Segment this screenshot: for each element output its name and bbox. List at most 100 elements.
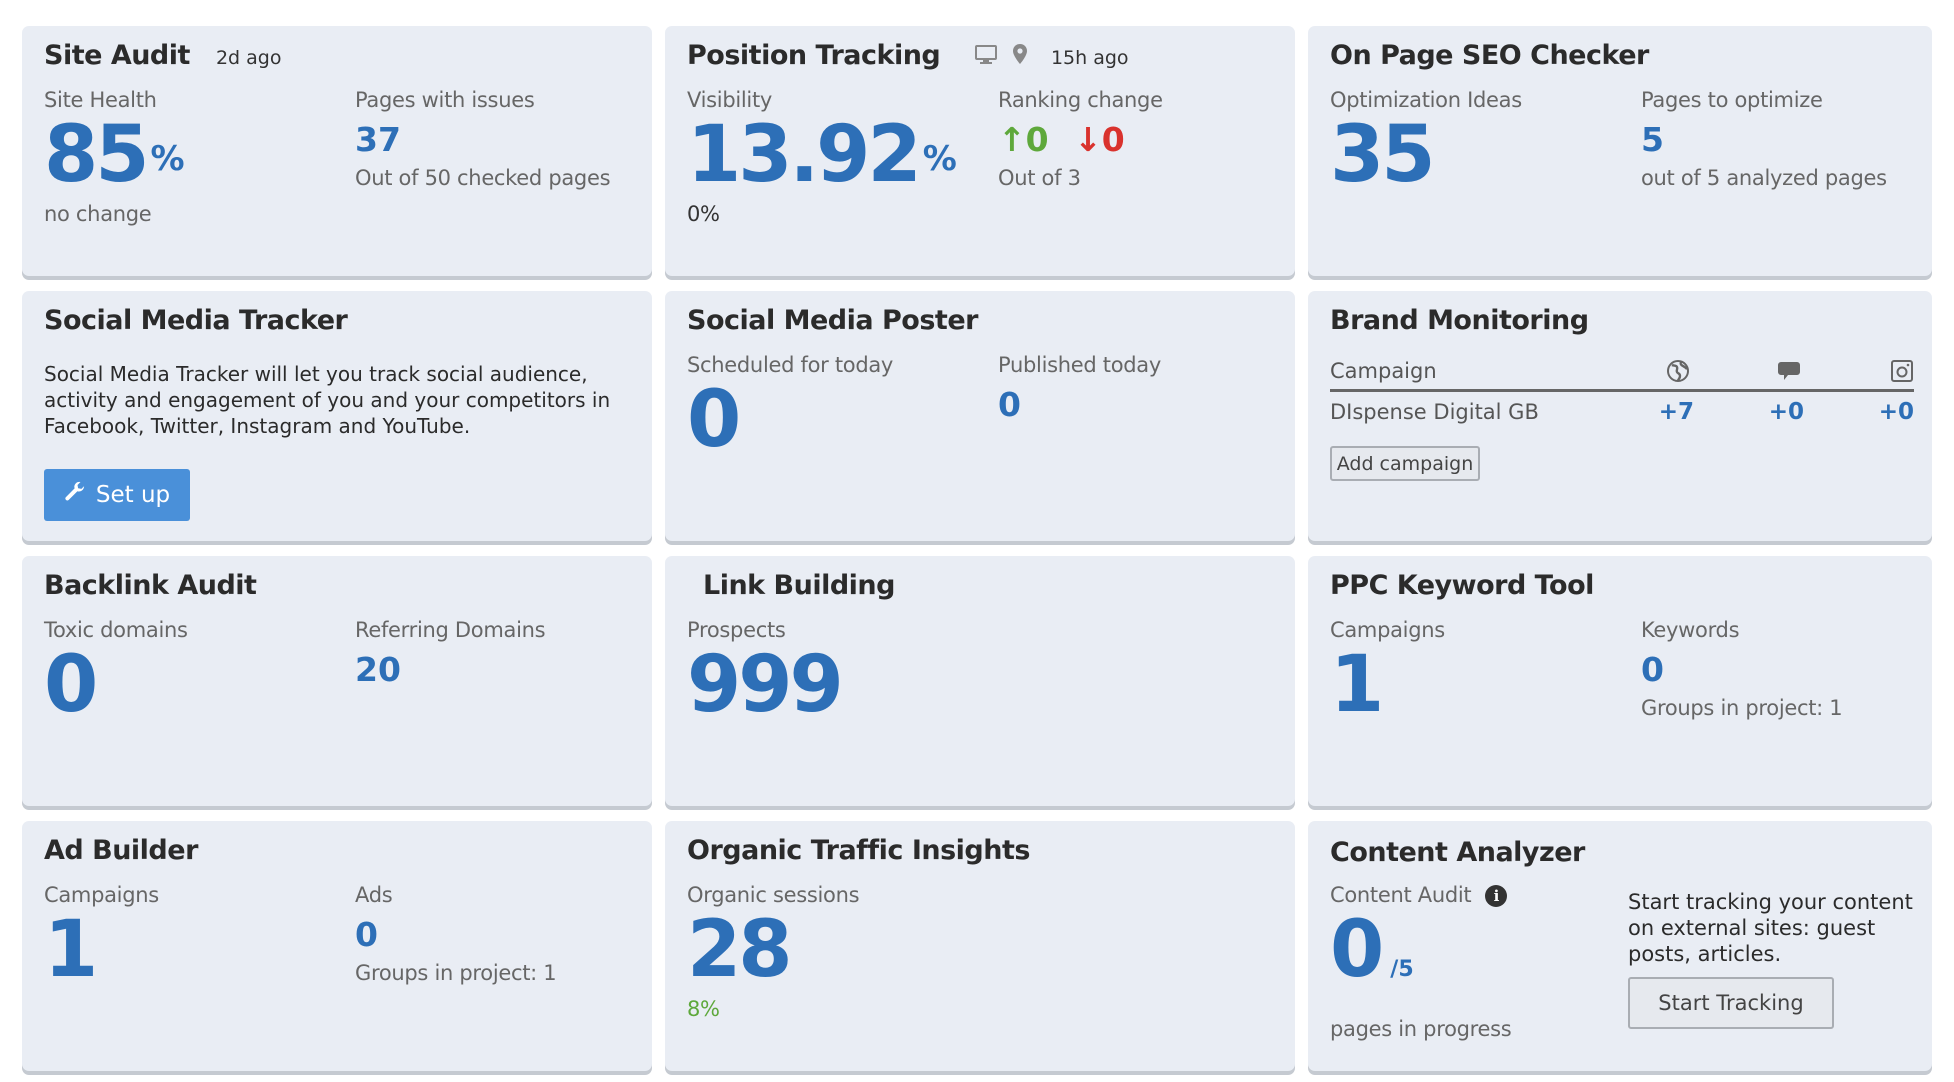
link-building-title[interactable]: Link Building [703,570,895,601]
sessions-change: 8% [687,997,720,1021]
ideas-label: Optimization Ideas [1330,88,1522,112]
globe-icon [1578,359,1692,383]
percent-sign: % [922,139,957,179]
ppc-keywords-label: Keywords [1641,618,1740,642]
widget-title[interactable]: Site Audit 2d ago [44,40,281,71]
backlink-audit-widget[interactable]: Backlink Audit Toxic domains 0 Referring… [22,556,652,806]
brand-monitoring-title[interactable]: Brand Monitoring [1330,305,1589,336]
pages-optimize-label: Pages to optimize [1641,88,1823,112]
pages-issues-sub: Out of 50 checked pages [355,166,611,190]
ppc-keyword-tool-widget[interactable]: PPC Keyword Tool Campaigns 1 Keywords 0 … [1308,556,1932,806]
ideas-block: Optimization Ideas 35 [1330,88,1522,196]
prospects-value[interactable]: 999 [687,644,844,726]
social-media-tracker-widget[interactable]: Social Media Tracker Social Media Tracke… [22,291,652,541]
site-health-number: 85 [44,110,150,200]
ppc-campaigns-label: Campaigns [1330,618,1445,642]
visibility-value[interactable]: 13.92% [687,114,957,196]
site-audit-title[interactable]: Site Audit [44,40,190,71]
pages-issues-value[interactable]: 37 [355,120,610,160]
ppc-campaigns-block: Campaigns 1 [1330,618,1445,726]
percent-sign: % [150,139,185,179]
link-building-widget[interactable]: Link Building Prospects 999 [665,556,1295,806]
ad-campaigns-block: Campaigns 1 [44,883,159,991]
updated-time: 15h ago [1050,47,1129,69]
organic-traffic-title[interactable]: Organic Traffic Insights [687,835,1030,866]
referring-label: Referring Domains [355,618,546,642]
content-analyzer-widget[interactable]: Content Analyzer Content Audit i 0/5 page… [1308,821,1932,1071]
ad-builder-title[interactable]: Ad Builder [44,835,198,866]
published-value[interactable]: 0 [998,385,1161,425]
arrow-down-icon: ↓ [1074,120,1102,159]
ad-campaigns-value[interactable]: 1 [44,909,159,991]
visibility-number: 13.92 [687,110,922,200]
pages-issues-label: Pages with issues [355,88,535,112]
comment-icon [1692,359,1804,383]
brand-monitoring-table: Campaign DIspense Digital GB +7 +0 +0 [1330,353,1914,432]
instagram-value[interactable]: +0 [1804,399,1914,425]
set-up-button[interactable]: Set up [44,469,190,521]
content-audit-number: 0 [1330,905,1385,995]
referring-value[interactable]: 20 [355,650,545,690]
widget-title[interactable]: Position Tracking 15h ago [687,40,1129,72]
desktop-icon [975,41,998,72]
pages-optimize-sub: out of 5 analyzed pages [1641,166,1887,190]
position-tracking-title[interactable]: Position Tracking [687,40,941,71]
visibility-block: Visibility 13.92% 0% [687,88,957,226]
position-tracking-widget[interactable]: Position Tracking 15h ago Visibility 13.… [665,26,1295,276]
scheduled-label: Scheduled for today [687,353,894,377]
campaign-name[interactable]: DIspense Digital GB [1330,400,1582,424]
visibility-label: Visibility [687,88,773,112]
web-mentions-value[interactable]: +7 [1582,399,1694,425]
mentions-value[interactable]: +0 [1694,399,1804,425]
start-tracking-button[interactable]: Start Tracking [1628,977,1834,1029]
toxic-value[interactable]: 0 [44,644,188,726]
content-audit-label-row: Content Audit i [1330,883,1511,907]
add-campaign-button[interactable]: Add campaign [1330,446,1480,481]
info-icon[interactable]: i [1485,885,1508,907]
brand-monitoring-widget[interactable]: Brand Monitoring Campaign DIspense Digit… [1308,291,1932,541]
pages-optimize-block: Pages to optimize 5 out of 5 analyzed pa… [1641,88,1887,190]
arrow-up-icon: ↑ [998,120,1026,159]
ranking-block: Ranking change ↑0 ↓0 Out of 3 [998,88,1163,190]
referring-block: Referring Domains 20 [355,618,546,690]
scheduled-value[interactable]: 0 [687,379,893,461]
content-analyzer-title[interactable]: Content Analyzer [1330,837,1585,868]
social-media-poster-widget[interactable]: Social Media Poster Scheduled for today … [665,291,1295,541]
ppc-keywords-block: Keywords 0 Groups in project: 1 [1641,618,1843,720]
updated-time: 2d ago [215,47,282,69]
visibility-change: 0% [687,202,720,226]
social-tracker-title[interactable]: Social Media Tracker [44,305,348,336]
instagram-icon [1804,359,1914,383]
sessions-label: Organic sessions [687,883,860,907]
social-poster-title[interactable]: Social Media Poster [687,305,978,336]
ppc-keyword-title[interactable]: PPC Keyword Tool [1330,570,1594,601]
ppc-campaigns-value[interactable]: 1 [1330,644,1445,726]
published-label: Published today [998,353,1161,377]
tracking-promo-text: Start tracking your content on external … [1628,890,1913,966]
ad-campaigns-label: Campaigns [44,883,159,907]
ranking-values[interactable]: ↑0 ↓0 [998,120,1163,160]
content-audit-value[interactable]: 0/5 [1330,909,1511,1011]
site-health-label: Site Health [44,88,157,112]
organic-traffic-widget[interactable]: Organic Traffic Insights Organic session… [665,821,1295,1071]
table-row[interactable]: DIspense Digital GB +7 +0 +0 [1330,392,1914,432]
ranking-sub: Out of 3 [998,166,1081,190]
on-page-seo-widget[interactable]: On Page SEO Checker Optimization Ideas 3… [1308,26,1932,276]
table-header: Campaign [1330,353,1914,392]
prospects-label: Prospects [687,618,786,642]
campaign-column-header: Campaign [1330,359,1437,383]
site-audit-widget[interactable]: Site Audit 2d ago Site Health 85% no chan… [22,26,652,276]
site-health-value[interactable]: 85% [44,114,185,196]
ideas-value[interactable]: 35 [1330,114,1522,196]
backlink-audit-title[interactable]: Backlink Audit [44,570,257,601]
prospects-block: Prospects 999 [687,618,844,726]
pages-optimize-value[interactable]: 5 [1641,120,1887,160]
ppc-keywords-sub: Groups in project: 1 [1641,696,1843,720]
ad-builder-widget[interactable]: Ad Builder Campaigns 1 Ads 0 Groups in p… [22,821,652,1071]
on-page-seo-title[interactable]: On Page SEO Checker [1330,40,1649,71]
scheduled-block: Scheduled for today 0 [687,353,893,461]
ppc-keywords-value[interactable]: 0 [1641,650,1842,690]
ads-value[interactable]: 0 [355,915,556,955]
sessions-value[interactable]: 28 [687,909,859,991]
ads-label: Ads [355,883,393,907]
